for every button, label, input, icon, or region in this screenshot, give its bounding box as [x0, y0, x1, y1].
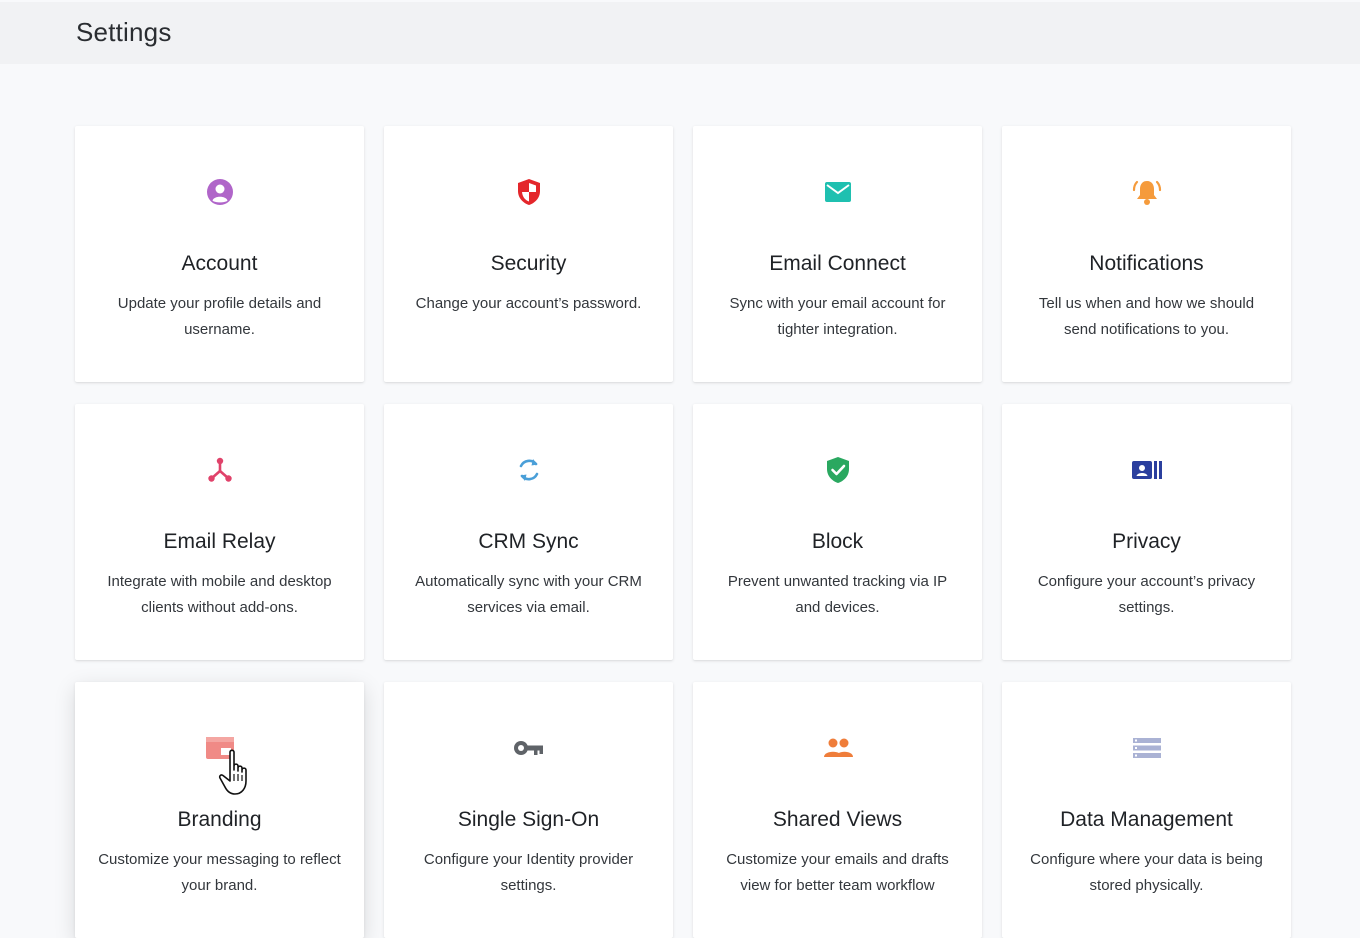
privacy-card-icon [1002, 455, 1291, 485]
card-title: Email Relay [163, 530, 276, 553]
card-title: Branding [177, 808, 262, 831]
card-branding[interactable]: Branding Customize your messaging to ref… [75, 682, 364, 938]
card-account[interactable]: Account Update your profile details and … [75, 126, 364, 382]
card-email-connect[interactable]: Email Connect Sync with your email accou… [693, 126, 982, 382]
card-title: Account [181, 252, 258, 275]
page-header: Settings [0, 2, 1360, 64]
card-description: Customize your messaging to reflect your… [98, 851, 341, 894]
card-crm-sync[interactable]: CRM Sync Automatically sync with your CR… [384, 404, 673, 660]
card-description: Tell us when and how we should send noti… [1038, 295, 1255, 338]
account-icon [75, 177, 364, 207]
envelope-icon [693, 177, 982, 207]
card-description: Sync with your email account for tighter… [729, 295, 946, 338]
card-description: Change your account’s password. [415, 295, 642, 312]
card-shared-views[interactable]: Shared Views Customize your emails and d… [693, 682, 982, 938]
card-title: Notifications [1089, 252, 1204, 275]
database-list-icon [1002, 733, 1291, 763]
card-title: Email Connect [769, 252, 906, 275]
page-title: Settings [76, 17, 172, 47]
card-notifications[interactable]: Notifications Tell us when and how we sh… [1002, 126, 1291, 382]
card-description: Update your profile details and username… [117, 295, 322, 338]
shield-icon [384, 177, 673, 207]
users-icon [693, 733, 982, 763]
branding-icon [75, 733, 364, 763]
card-block[interactable]: Block Prevent unwanted tracking via IP a… [693, 404, 982, 660]
card-email-relay[interactable]: Email Relay Integrate with mobile and de… [75, 404, 364, 660]
card-title: CRM Sync [478, 530, 579, 553]
card-data-management[interactable]: Data Management Configure where your dat… [1002, 682, 1291, 938]
card-title: Privacy [1112, 530, 1181, 553]
card-single-sign-on[interactable]: Single Sign-On Configure your Identity p… [384, 682, 673, 938]
card-description: Integrate with mobile and desktop client… [107, 573, 332, 616]
card-description: Automatically sync with your CRM service… [415, 573, 642, 616]
shield-check-icon [693, 455, 982, 485]
card-description: Customize your emails and drafts view fo… [726, 851, 949, 894]
relay-icon [75, 455, 364, 485]
card-privacy[interactable]: Privacy Configure your account’s privacy… [1002, 404, 1291, 660]
card-title: Single Sign-On [457, 808, 600, 831]
card-description: Configure where your data is being store… [1030, 851, 1263, 894]
key-icon [384, 733, 673, 763]
card-title: Shared Views [772, 808, 903, 831]
card-title: Data Management [1060, 808, 1233, 831]
card-description: Configure your account’s privacy setting… [1037, 573, 1256, 616]
card-security[interactable]: Security Change your account’s password. [384, 126, 673, 382]
bell-icon [1002, 177, 1291, 207]
card-title: Security [490, 252, 567, 275]
card-title: Block [811, 530, 864, 553]
card-description: Configure your Identity provider setting… [423, 851, 634, 894]
card-description: Prevent unwanted tracking via IP and dev… [727, 573, 948, 616]
sync-icon [384, 455, 673, 485]
